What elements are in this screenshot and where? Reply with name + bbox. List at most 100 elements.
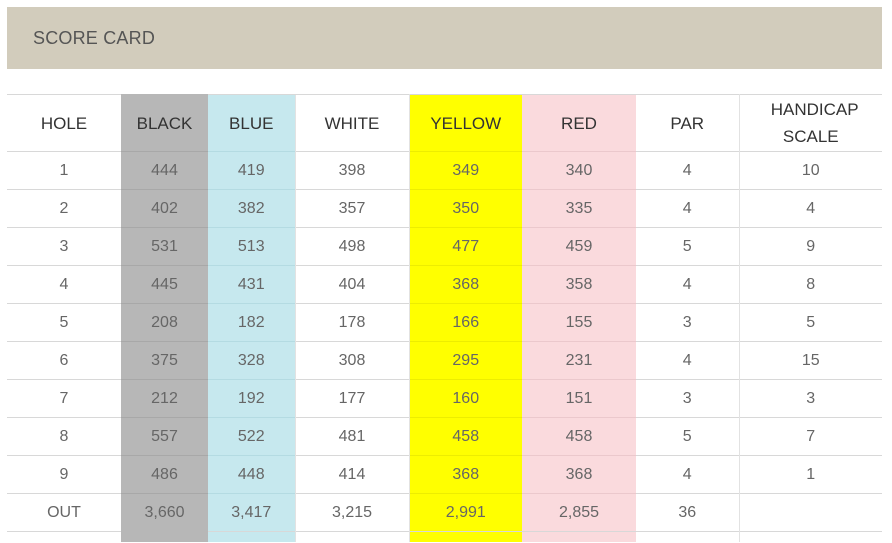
cell-black: 212 [121, 379, 208, 418]
cell-hole: 7 [7, 379, 121, 418]
cell-hole: OUT [7, 493, 121, 532]
cell-handicap: 8 [739, 265, 882, 304]
cell-yellow-partial [409, 531, 522, 542]
column-header-blue: BLUE [208, 94, 295, 152]
table-row-partial [7, 531, 882, 542]
cell-white: 3,215 [294, 493, 410, 532]
cell-black: 375 [121, 341, 208, 380]
cell-white: 177 [294, 379, 410, 418]
cell-handicap: 1 [739, 455, 882, 494]
cell-par: 4 [636, 151, 740, 190]
cell-yellow: 166 [409, 303, 522, 342]
page-title: SCORE CARD [33, 27, 156, 48]
table-row: 5 208 182 178 166 155 3 5 [7, 303, 882, 342]
cell-yellow: 2,991 [409, 493, 522, 532]
column-header-white: WHITE [294, 94, 410, 152]
cell-black: 531 [121, 227, 208, 266]
cell-yellow: 349 [409, 151, 522, 190]
table-row: 7 212 192 177 160 151 3 3 [7, 379, 882, 418]
cell-par: 5 [636, 227, 740, 266]
cell-hole: 1 [7, 151, 121, 190]
cell-par: 4 [636, 189, 740, 228]
scorecard-header: SCORE CARD [7, 7, 882, 69]
cell-yellow: 477 [409, 227, 522, 266]
cell-handicap: 10 [739, 151, 882, 190]
cell-blue: 419 [208, 151, 295, 190]
cell-white: 404 [294, 265, 410, 304]
column-header-par: PAR [636, 94, 740, 152]
cell-red: 458 [522, 417, 636, 456]
cell-par: 4 [636, 265, 740, 304]
table-row: 6 375 328 308 295 231 4 15 [7, 341, 882, 380]
cell-par: 4 [636, 341, 740, 380]
cell-yellow: 295 [409, 341, 522, 380]
cell-blue: 192 [208, 379, 295, 418]
cell-handicap: 4 [739, 189, 882, 228]
cell-hole: 4 [7, 265, 121, 304]
cell-hole: 3 [7, 227, 121, 266]
cell-red: 151 [522, 379, 636, 418]
cell-white: 308 [294, 341, 410, 380]
cell-blue: 522 [208, 417, 295, 456]
cell-red: 368 [522, 455, 636, 494]
cell-red: 459 [522, 227, 636, 266]
total-row-out: OUT 3,660 3,417 3,215 2,991 2,855 36 [7, 493, 882, 532]
cell-yellow: 368 [409, 265, 522, 304]
scorecard-table-container: HOLE BLACK BLUE WHITE YELLOW RED PAR HAN… [7, 94, 882, 543]
table-row: 9 486 448 414 368 368 4 1 [7, 455, 882, 494]
cell-hole: 6 [7, 341, 121, 380]
cell-blue: 382 [208, 189, 295, 228]
table-row: 1 444 419 398 349 340 4 10 [7, 151, 882, 190]
cell-red: 335 [522, 189, 636, 228]
scorecard-table: HOLE BLACK BLUE WHITE YELLOW RED PAR HAN… [7, 94, 882, 542]
cell-handicap-partial [739, 531, 882, 542]
cell-hole: 2 [7, 189, 121, 228]
cell-par: 4 [636, 455, 740, 494]
cell-blue: 182 [208, 303, 295, 342]
cell-handicap: 7 [739, 417, 882, 456]
cell-black-partial [121, 531, 208, 542]
cell-white-partial [294, 531, 410, 542]
cell-hole: 8 [7, 417, 121, 456]
column-header-black: BLACK [121, 94, 208, 152]
table-row: 8 557 522 481 458 458 5 7 [7, 417, 882, 456]
cell-white: 498 [294, 227, 410, 266]
cell-red: 2,855 [522, 493, 636, 532]
cell-handicap: 15 [739, 341, 882, 380]
cell-black: 444 [121, 151, 208, 190]
cell-black: 208 [121, 303, 208, 342]
cell-par: 36 [636, 493, 740, 532]
table-row: 2 402 382 357 350 335 4 4 [7, 189, 882, 228]
cell-handicap [739, 493, 882, 532]
cell-par: 5 [636, 417, 740, 456]
column-header-handicap-label: HANDICAP SCALE [770, 100, 859, 146]
cell-black: 445 [121, 265, 208, 304]
cell-black: 402 [121, 189, 208, 228]
cell-yellow: 350 [409, 189, 522, 228]
cell-blue: 3,417 [208, 493, 295, 532]
cell-black: 486 [121, 455, 208, 494]
cell-handicap: 9 [739, 227, 882, 266]
cell-white: 414 [294, 455, 410, 494]
column-header-hole: HOLE [7, 94, 121, 152]
cell-hole: 5 [7, 303, 121, 342]
cell-red: 231 [522, 341, 636, 380]
column-header-red: RED [522, 94, 636, 152]
cell-white: 481 [294, 417, 410, 456]
cell-blue: 448 [208, 455, 295, 494]
cell-white: 357 [294, 189, 410, 228]
table-row: 4 445 431 404 368 358 4 8 [7, 265, 882, 304]
cell-yellow: 368 [409, 455, 522, 494]
cell-blue: 328 [208, 341, 295, 380]
cell-handicap: 3 [739, 379, 882, 418]
cell-par-partial [636, 531, 740, 542]
cell-blue: 513 [208, 227, 295, 266]
cell-white: 398 [294, 151, 410, 190]
cell-hole-partial [7, 531, 121, 542]
cell-black: 3,660 [121, 493, 208, 532]
header-row: HOLE BLACK BLUE WHITE YELLOW RED PAR HAN… [7, 94, 882, 152]
cell-yellow: 458 [409, 417, 522, 456]
cell-red-partial [522, 531, 636, 542]
column-header-handicap: HANDICAP SCALE [739, 94, 882, 152]
cell-par: 3 [636, 379, 740, 418]
